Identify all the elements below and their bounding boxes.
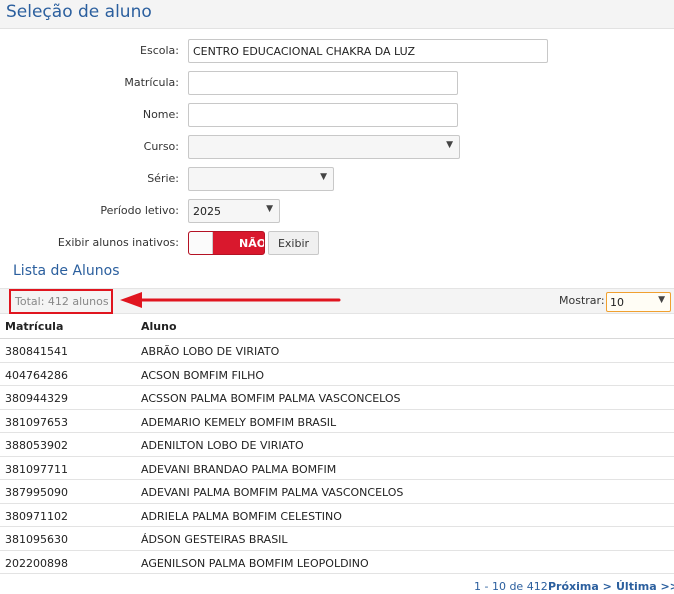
- row-aluno: ADEMARIO KEMELY BOMFIM BRASIL: [141, 415, 337, 429]
- chevron-down-icon: ▼: [446, 140, 453, 150]
- table-row[interactable]: 381097711 ADEVANI BRANDAO PALMA BOMFIM: [0, 457, 674, 480]
- periodo-select[interactable]: 2025 ▼: [188, 199, 280, 223]
- curso-label: Curso:: [143, 140, 179, 153]
- matricula-row: Matrícula:: [0, 71, 674, 95]
- row-aluno: ÁDSON GESTEIRAS BRASIL: [141, 533, 288, 546]
- table-row[interactable]: 380944329 ACSSON PALMA BOMFIM PALMA VASC…: [0, 386, 674, 410]
- matricula-input[interactable]: [188, 71, 458, 95]
- table-row[interactable]: 380971102 ADRIELA PALMA BOMFIM CELESTINO: [0, 504, 674, 527]
- row-aluno: ACSON BOMFIM FILHO: [141, 368, 265, 382]
- serie-select[interactable]: ▼: [188, 167, 334, 191]
- row-matricula: 381095630: [5, 533, 68, 546]
- table-row[interactable]: 381095630 ÁDSON GESTEIRAS BRASIL: [0, 527, 674, 551]
- column-header-aluno[interactable]: Aluno: [141, 320, 177, 333]
- toggle-knob: [189, 232, 213, 254]
- row-matricula: 387995090: [5, 486, 68, 499]
- exibir-button[interactable]: Exibir: [268, 231, 319, 255]
- escola-label: Escola:: [140, 44, 179, 57]
- chevron-down-icon: ▼: [266, 204, 273, 214]
- row-aluno: ADRIELA PALMA BOMFIM CELESTINO: [141, 509, 342, 523]
- row-matricula: 380841541: [5, 345, 68, 358]
- row-matricula: 380944329: [5, 392, 68, 405]
- row-matricula: 202200898: [5, 556, 68, 570]
- row-matricula: 404764286: [5, 368, 68, 382]
- total-highlight-box: Total: 412 alunos: [9, 289, 113, 314]
- page-size-select[interactable]: 10 ▼: [606, 292, 671, 312]
- inativos-row: Exibir alunos inativos: NÃO Exibir: [0, 231, 674, 255]
- students-table: Matrícula Aluno 380841541 ABRÃO LOBO DE …: [0, 316, 674, 574]
- pagination-range: 1 - 10 de 412: [474, 580, 548, 593]
- row-matricula: 381097653: [5, 415, 68, 429]
- table-row[interactable]: 387995090 ADEVANI PALMA BOMFIM PALMA VAS…: [0, 480, 674, 504]
- chevron-down-icon: ▼: [320, 172, 327, 182]
- row-aluno: ACSSON PALMA BOMFIM PALMA VASCONCELOS: [141, 392, 401, 405]
- curso-row: Curso: ▼: [0, 135, 674, 159]
- inativos-toggle[interactable]: NÃO: [188, 231, 265, 255]
- last-page-link[interactable]: Última >>|: [616, 580, 674, 593]
- row-aluno: ADEVANI BRANDAO PALMA BOMFIM: [141, 462, 337, 476]
- page-size-value: 10: [610, 296, 624, 309]
- mostrar-label: Mostrar:: [559, 294, 605, 307]
- table-row[interactable]: 202200898 AGENILSON PALMA BOMFIM LEOPOLD…: [0, 551, 674, 574]
- toggle-state-text: NÃO: [239, 237, 265, 250]
- row-aluno: AGENILSON PALMA BOMFIM LEOPOLDINO: [141, 556, 369, 570]
- row-matricula: 381097711: [5, 462, 68, 476]
- column-header-matricula[interactable]: Matrícula: [5, 320, 63, 333]
- inativos-label: Exibir alunos inativos:: [57, 236, 179, 249]
- total-count: Total: 412 alunos: [15, 295, 109, 308]
- periodo-row: Período letivo: 2025 ▼: [0, 199, 674, 223]
- page-title: Seleção de aluno: [6, 2, 152, 22]
- table-header: Matrícula Aluno: [0, 316, 674, 339]
- page-header: Seleção de aluno: [0, 0, 674, 29]
- table-row[interactable]: 404764286 ACSON BOMFIM FILHO: [0, 363, 674, 386]
- table-row[interactable]: 388053902 ADENILTON LOBO DE VIRIATO: [0, 433, 674, 457]
- nome-input[interactable]: [188, 103, 458, 127]
- row-matricula: 388053902: [5, 439, 68, 452]
- table-row[interactable]: 380841541 ABRÃO LOBO DE VIRIATO: [0, 339, 674, 363]
- next-page-link[interactable]: Próxima >: [548, 580, 612, 593]
- table-row[interactable]: 381097653 ADEMARIO KEMELY BOMFIM BRASIL: [0, 410, 674, 433]
- nome-row: Nome:: [0, 103, 674, 127]
- serie-label: Série:: [147, 172, 179, 185]
- escola-input[interactable]: CENTRO EDUCACIONAL CHAKRA DA LUZ: [188, 39, 548, 63]
- curso-select[interactable]: ▼: [188, 135, 460, 159]
- escola-row: Escola: CENTRO EDUCACIONAL CHAKRA DA LUZ: [0, 39, 674, 63]
- serie-row: Série: ▼: [0, 167, 674, 191]
- row-aluno: ADEVANI PALMA BOMFIM PALMA VASCONCELOS: [141, 486, 404, 499]
- nome-label: Nome:: [142, 108, 179, 121]
- periodo-label: Período letivo:: [100, 204, 179, 217]
- row-matricula: 380971102: [5, 509, 68, 523]
- row-aluno: ADENILTON LOBO DE VIRIATO: [141, 439, 304, 452]
- periodo-value: 2025: [193, 205, 221, 218]
- annotation-arrow-icon: [120, 292, 341, 308]
- list-title: Lista de Alunos: [13, 263, 120, 279]
- row-aluno: ABRÃO LOBO DE VIRIATO: [141, 345, 280, 358]
- matricula-label: Matrícula:: [124, 76, 179, 89]
- chevron-down-icon: ▼: [658, 295, 665, 305]
